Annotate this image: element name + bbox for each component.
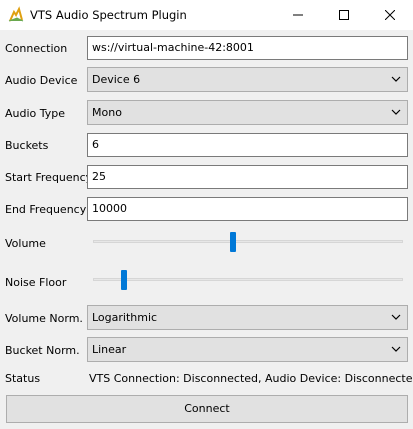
chevron-down-icon: [391, 346, 401, 352]
volume-slider-thumb[interactable]: [229, 232, 236, 252]
noise-floor-label: Noise Floor: [5, 276, 67, 289]
maximize-button[interactable]: [321, 0, 367, 30]
chevron-down-icon: [391, 109, 401, 115]
title-bar: VTS Audio Spectrum Plugin: [0, 0, 413, 30]
chevron-down-icon: [391, 314, 401, 320]
bucket-norm-select[interactable]: Linear: [87, 337, 408, 362]
volume-norm-select[interactable]: Logarithmic: [87, 305, 408, 330]
noise-floor-slider-thumb[interactable]: [121, 270, 127, 290]
status-label: Status: [5, 372, 41, 385]
maximize-icon: [339, 10, 349, 20]
audio-device-value: Device 6: [92, 73, 141, 86]
window-title: VTS Audio Spectrum Plugin: [30, 8, 187, 22]
volume-norm-value: Logarithmic: [92, 311, 158, 324]
bucket-norm-label: Bucket Norm.: [5, 344, 80, 357]
start-frequency-input[interactable]: 25: [87, 165, 408, 189]
buckets-label: Buckets: [5, 139, 49, 152]
connection-input[interactable]: ws://virtual-machine-42:8001: [87, 36, 408, 60]
end-frequency-label: End Frequency: [5, 203, 87, 216]
audio-type-value: Mono: [92, 106, 122, 119]
audio-device-label: Audio Device: [5, 74, 78, 87]
volume-norm-label: Volume Norm.: [5, 312, 83, 325]
buckets-input[interactable]: 6: [87, 133, 408, 157]
start-frequency-label: Start Frequency: [5, 171, 93, 184]
close-button[interactable]: [367, 0, 413, 30]
audio-type-label: Audio Type: [5, 107, 66, 120]
vts-plugin-icon: [8, 6, 24, 22]
minimize-icon: [293, 14, 303, 16]
close-icon: [385, 10, 395, 20]
connect-button[interactable]: Connect: [6, 395, 408, 423]
audio-type-select[interactable]: Mono: [87, 100, 408, 125]
audio-device-select[interactable]: Device 6: [87, 67, 408, 92]
minimize-button[interactable]: [275, 0, 321, 30]
status-text: VTS Connection: Disconnected, Audio Devi…: [89, 372, 413, 385]
volume-slider-track[interactable]: [93, 240, 403, 243]
bucket-norm-value: Linear: [92, 343, 127, 356]
chevron-down-icon: [391, 76, 401, 82]
volume-label: Volume: [5, 237, 46, 250]
noise-floor-slider-track[interactable]: [93, 278, 403, 281]
connection-label: Connection: [5, 42, 68, 55]
end-frequency-input[interactable]: 10000: [87, 197, 408, 221]
